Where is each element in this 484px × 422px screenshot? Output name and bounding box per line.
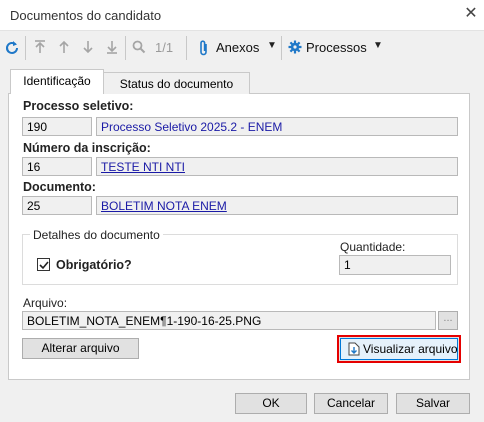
toolbar-separator xyxy=(25,36,26,60)
alterar-arquivo-button[interactable]: Alterar arquivo xyxy=(22,338,139,359)
document-download-icon xyxy=(348,342,360,362)
first-icon[interactable] xyxy=(32,37,48,59)
processo-name-field[interactable]: Processo Seletivo 2025.2 - ENEM xyxy=(96,117,458,136)
visualizar-arquivo-button[interactable]: Visualizar arquivo xyxy=(337,335,461,363)
processo-code-field[interactable]: 190 xyxy=(22,117,92,136)
toolbar: 1/1 Anexos ▼ Processos ▼ xyxy=(0,31,484,64)
arquivo-field[interactable]: BOLETIM_NOTA_ENEM¶1-190-16-25.PNG xyxy=(22,311,436,330)
refresh-icon[interactable] xyxy=(3,37,21,59)
obrigatorio-checkbox[interactable] xyxy=(37,258,50,271)
paperclip-icon[interactable] xyxy=(196,37,212,59)
down-icon[interactable] xyxy=(80,37,96,59)
toolbar-separator xyxy=(186,36,187,60)
processo-label: Processo seletivo: xyxy=(23,99,134,113)
browse-button[interactable]: ... xyxy=(438,311,458,330)
chevron-down-icon[interactable]: ▼ xyxy=(373,40,383,51)
documento-label: Documento: xyxy=(23,180,96,194)
title-bar: Documentos do candidato ✕ xyxy=(0,0,484,31)
inscricao-label: Número da inscrição: xyxy=(23,141,151,155)
tab-identificacao[interactable]: Identificação xyxy=(10,69,104,94)
cancel-button[interactable]: Cancelar xyxy=(314,393,388,414)
arquivo-label: Arquivo: xyxy=(23,296,68,310)
documento-name-link[interactable]: BOLETIM NOTA ENEM xyxy=(101,199,227,213)
ok-button[interactable]: OK xyxy=(235,393,307,414)
toolbar-separator xyxy=(125,36,126,60)
anexos-menu[interactable]: Anexos xyxy=(216,40,259,55)
last-icon[interactable] xyxy=(104,37,120,59)
documento-code-field[interactable]: 25 xyxy=(22,196,92,215)
documento-name-field[interactable]: BOLETIM NOTA ENEM xyxy=(96,196,458,215)
quantidade-label: Quantidade: xyxy=(340,240,406,254)
close-icon[interactable]: ✕ xyxy=(462,5,480,23)
gear-icon[interactable] xyxy=(287,37,303,59)
inscricao-name-field[interactable]: TESTE NTI NTI xyxy=(96,157,458,176)
inscricao-name-link[interactable]: TESTE NTI NTI xyxy=(101,160,185,174)
processos-menu[interactable]: Processos xyxy=(306,40,367,55)
up-icon[interactable] xyxy=(56,37,72,59)
inscricao-code-field[interactable]: 16 xyxy=(22,157,92,176)
tab-status-documento[interactable]: Status do documento xyxy=(103,72,250,94)
visualizar-arquivo-label: Visualizar arquivo xyxy=(363,342,458,356)
record-counter: 1/1 xyxy=(155,40,174,55)
search-icon[interactable] xyxy=(130,37,148,59)
save-button[interactable]: Salvar xyxy=(396,393,470,414)
quantidade-field[interactable]: 1 xyxy=(339,255,451,275)
chevron-down-icon[interactable]: ▼ xyxy=(267,40,277,51)
detalhes-group-label: Detalhes do documento xyxy=(30,228,163,242)
window-title: Documentos do candidato xyxy=(10,8,162,23)
toolbar-separator xyxy=(281,36,282,60)
obrigatorio-label: Obrigatório? xyxy=(56,258,132,272)
